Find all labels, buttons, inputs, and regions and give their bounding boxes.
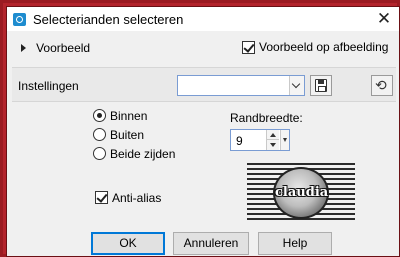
- app-icon: [13, 13, 26, 26]
- spin-up-icon[interactable]: [267, 130, 279, 140]
- antialias-option[interactable]: Anti-alias: [95, 190, 161, 205]
- preset-dropdown[interactable]: [177, 75, 305, 96]
- slider-dropdown-icon[interactable]: [280, 130, 289, 150]
- watermark-text: claudia: [275, 185, 329, 200]
- spin-arrows: [266, 130, 279, 150]
- border-width-label: Randbreedte:: [230, 111, 303, 125]
- radio-outside[interactable]: [93, 128, 106, 142]
- border-width-spinbox[interactable]: 9: [230, 129, 290, 151]
- preview-on-image-label: Voorbeeld op afbeelding: [259, 40, 389, 54]
- radio-option-inside[interactable]: Binnen: [93, 108, 147, 123]
- cancel-button[interactable]: Annuleren: [173, 232, 249, 255]
- chevron-down-icon[interactable]: [289, 76, 304, 95]
- close-button[interactable]: ✕: [373, 9, 395, 29]
- reset-preset-button[interactable]: ⟲: [371, 75, 393, 96]
- radio-inside[interactable]: [93, 109, 106, 123]
- radio-option-both-sides[interactable]: Beide zijden: [93, 146, 175, 161]
- radio-both-sides[interactable]: [93, 147, 106, 161]
- save-preset-button[interactable]: [310, 75, 332, 96]
- antialias-checkbox[interactable]: [95, 191, 108, 205]
- floppy-disk-icon: [315, 79, 327, 92]
- logo-disc: claudia: [273, 167, 329, 219]
- radio-inside-label: Binnen: [110, 108, 148, 123]
- preview-on-image-option[interactable]: Voorbeeld op afbeelding: [242, 40, 388, 54]
- help-button[interactable]: Help: [258, 232, 332, 255]
- settings-label: Instellingen: [18, 79, 79, 93]
- reset-icon: ⟲: [375, 77, 387, 93]
- border-width-value[interactable]: 9: [236, 134, 243, 148]
- title-bar: Selecterianden selecteren ✕: [7, 7, 399, 31]
- radio-option-outside[interactable]: Buiten: [93, 127, 144, 142]
- radio-outside-label: Buiten: [110, 127, 145, 142]
- antialias-label: Anti-alias: [112, 190, 162, 205]
- settings-bar: Instellingen ⟲: [12, 67, 396, 102]
- spin-down-icon[interactable]: [267, 140, 279, 150]
- preview-toggle[interactable]: Voorbeeld: [21, 41, 90, 55]
- preview-label: Voorbeeld: [36, 41, 91, 55]
- ok-button[interactable]: OK: [91, 232, 165, 255]
- window-frame: Selecterianden selecteren ✕ Voorbeeld Vo…: [0, 0, 400, 257]
- window-title: Selecterianden selecteren: [33, 12, 184, 27]
- expand-triangle-icon: [21, 44, 26, 52]
- watermark-logo: claudia: [247, 163, 355, 223]
- radio-both-sides-label: Beide zijden: [110, 146, 176, 161]
- dialog: Selecterianden selecteren ✕ Voorbeeld Vo…: [6, 6, 400, 257]
- preview-on-image-checkbox[interactable]: [242, 40, 255, 54]
